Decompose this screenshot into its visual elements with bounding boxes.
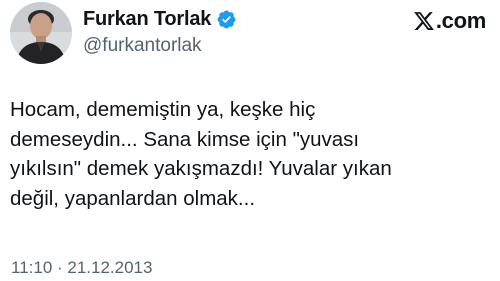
author-handle[interactable]: @furkantorlak (83, 35, 202, 57)
brand-domain-text: .com (435, 8, 486, 33)
avatar[interactable] (10, 2, 72, 64)
verified-badge-icon (216, 9, 237, 30)
brand-mark: .com (413, 8, 486, 34)
author-display-name[interactable]: Furkan Torlak (83, 8, 211, 31)
tweet-text: Hocam, dememiştin ya, keşke hiç demeseyd… (10, 98, 392, 210)
avatar-image (10, 2, 72, 64)
tweet-timestamp[interactable]: 11:10 · 21.12.2013 (11, 258, 152, 278)
tweet-card: Furkan Torlak @furkantorlak .com Hocam, … (0, 0, 500, 281)
author-name-row: Furkan Torlak (83, 6, 237, 32)
x-logo-icon (413, 12, 434, 30)
